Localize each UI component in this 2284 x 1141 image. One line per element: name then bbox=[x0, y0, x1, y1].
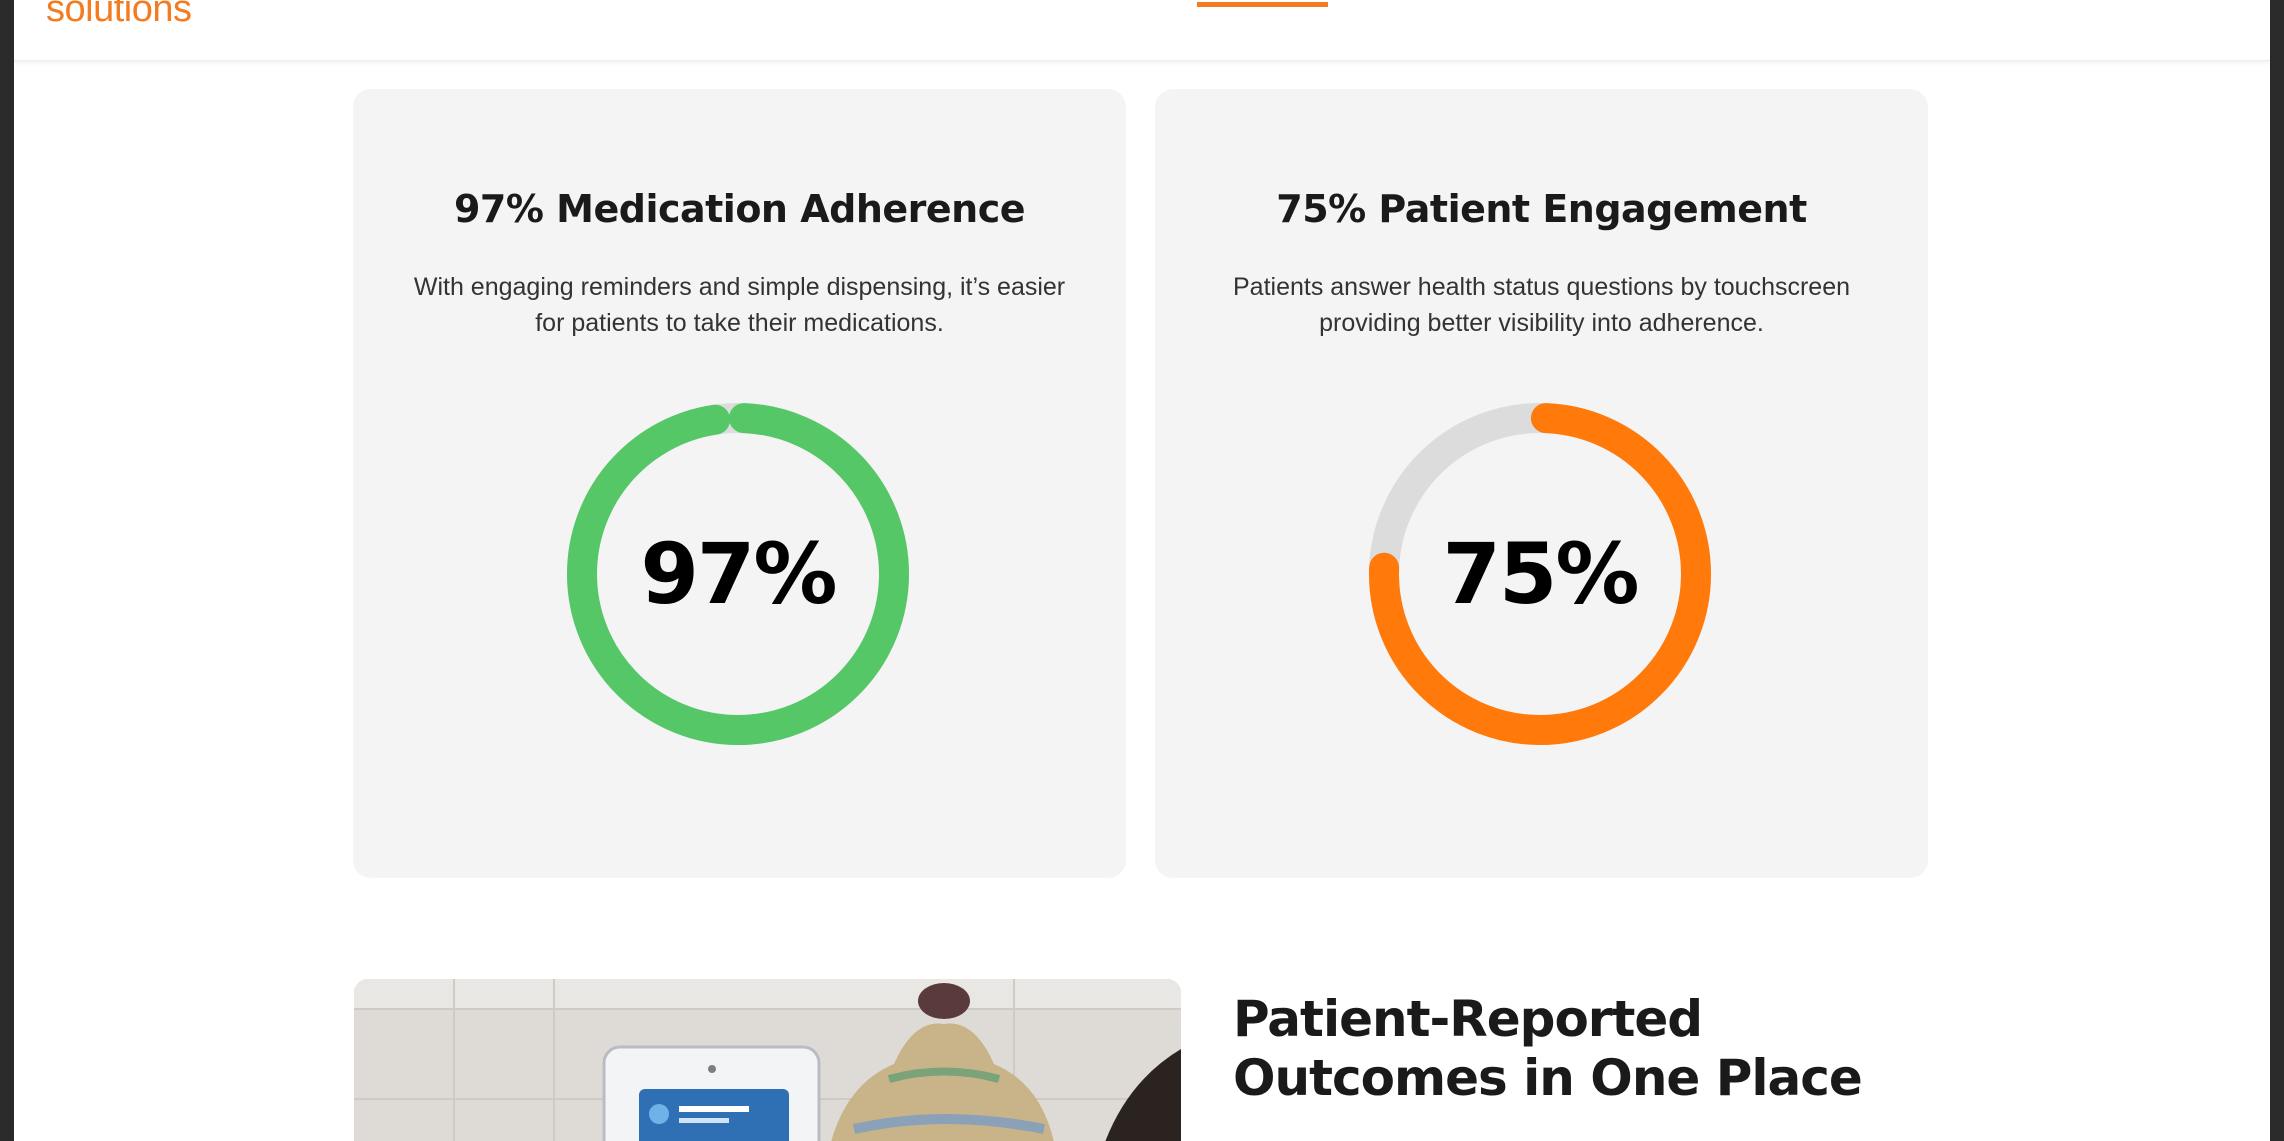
section-title: Patient-Reported Outcomes in One Place bbox=[1233, 990, 1863, 1107]
card-description: Patients answer health status questions … bbox=[1232, 273, 1851, 337]
card-title: 75% Patient Engagement bbox=[1276, 187, 1807, 231]
progress-ring-value: 75% bbox=[1442, 525, 1639, 623]
progress-ring-value: 97% bbox=[640, 525, 837, 623]
card-title: 97% Medication Adherence bbox=[453, 187, 1026, 231]
page-viewport: solutions 97% Medication Adherence With … bbox=[14, 0, 2270, 1141]
window-frame bbox=[2270, 0, 2284, 1141]
progress-ring: 97% bbox=[563, 399, 913, 749]
card-description: With engaging reminders and simple dispe… bbox=[413, 273, 1066, 337]
stat-card-patient-engagement: 75% Patient Engagement Patients answer h… bbox=[1155, 89, 1928, 878]
nav-active-indicator bbox=[1197, 2, 1328, 7]
device-photo-illustration bbox=[354, 979, 1181, 1141]
site-header: solutions bbox=[14, 0, 2270, 61]
brand-logo[interactable]: solutions bbox=[46, 0, 192, 31]
progress-ring: 75% bbox=[1365, 399, 1715, 749]
stat-card-medication-adherence: 97% Medication Adherence With engaging r… bbox=[353, 89, 1126, 878]
device-photo bbox=[354, 979, 1181, 1141]
